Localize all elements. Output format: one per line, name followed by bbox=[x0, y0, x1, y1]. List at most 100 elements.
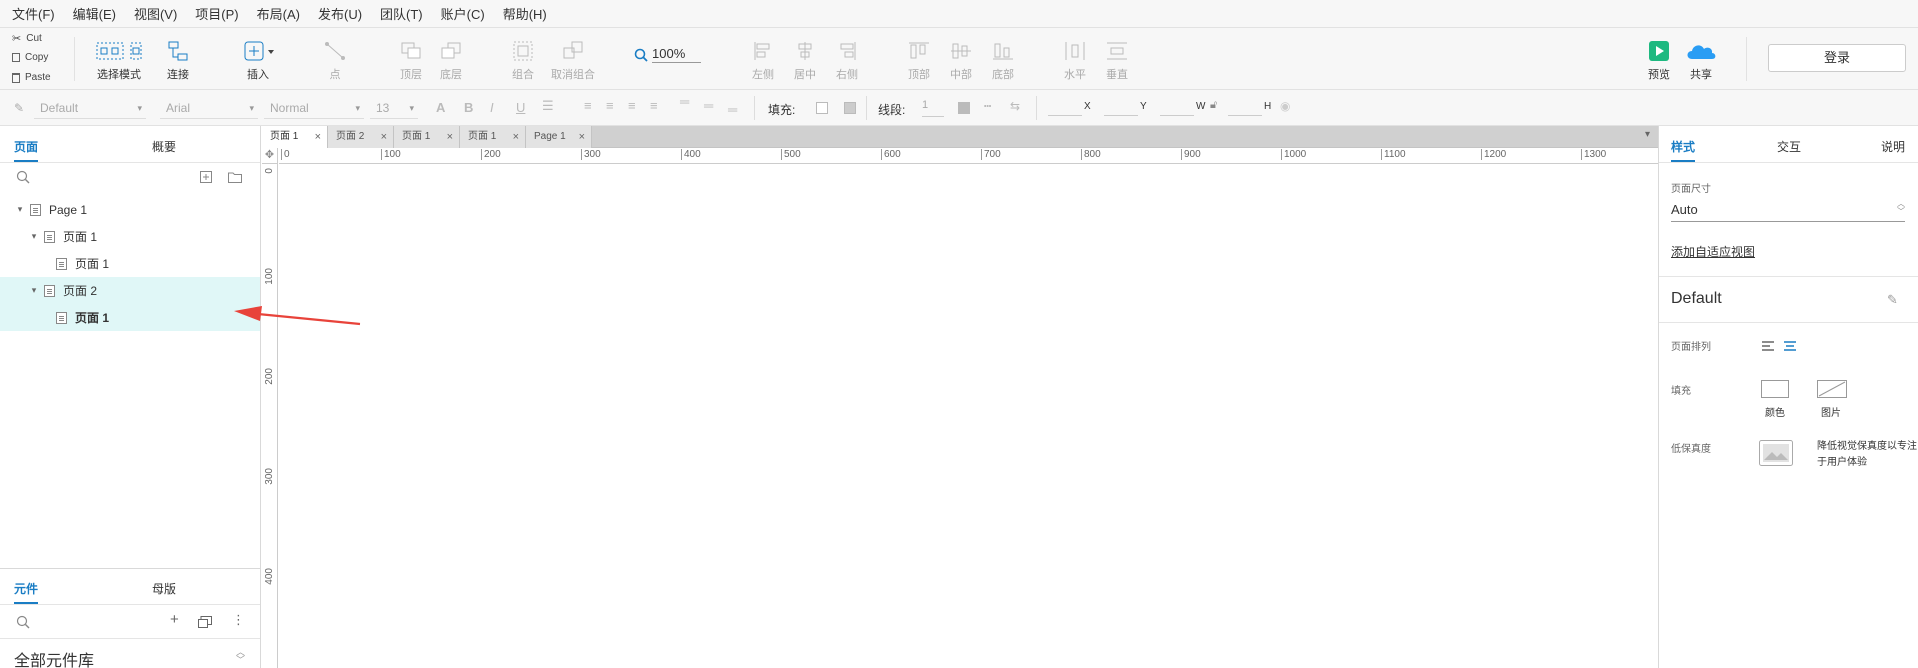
expand-caret-icon[interactable]: ▾ bbox=[14, 204, 26, 215]
library-chevron-icon[interactable]: ︿ ﹀ bbox=[236, 648, 245, 665]
tab-widgets[interactable]: 元件 bbox=[14, 580, 39, 604]
fill-image-icon[interactable] bbox=[1817, 380, 1847, 400]
valign-middle-icon[interactable]: ═ bbox=[704, 98, 713, 113]
copy-button[interactable]: Copy bbox=[12, 52, 48, 63]
share-button[interactable]: 共享 bbox=[1684, 40, 1718, 82]
tab-notes[interactable]: 说明 bbox=[1881, 138, 1905, 155]
expand-caret-icon[interactable]: ▾ bbox=[28, 285, 40, 296]
cut-button[interactable]: ✂ Cut bbox=[12, 32, 42, 45]
menu-view[interactable]: 视图(V) bbox=[134, 4, 177, 23]
line-width-input[interactable]: 1 bbox=[922, 99, 944, 117]
line-color-swatch[interactable] bbox=[958, 102, 970, 114]
bring-top-button[interactable]: 顶层 bbox=[394, 40, 428, 82]
arrow-style-icon[interactable]: ⇆ bbox=[1010, 99, 1020, 113]
page-tree-item[interactable]: ▾ 页面 2 bbox=[0, 277, 260, 304]
style-select[interactable]: Default bbox=[34, 97, 146, 119]
bold-icon[interactable]: A bbox=[436, 100, 445, 115]
tabs-overflow-chevron-icon[interactable]: ▾ bbox=[1645, 129, 1650, 140]
paste-button[interactable]: Paste bbox=[12, 72, 51, 83]
close-tab-icon[interactable]: × bbox=[381, 126, 387, 148]
doc-tab[interactable]: 页面 2 × bbox=[328, 126, 394, 148]
menu-publish[interactable]: 发布(U) bbox=[318, 4, 362, 23]
page-tree-item[interactable]: ▾ Page 1 bbox=[0, 196, 260, 223]
font-size-select[interactable]: 13 bbox=[370, 97, 418, 119]
page-tree-item[interactable]: ▾ 页面 1 bbox=[0, 223, 260, 250]
shadow-swatch[interactable] bbox=[844, 102, 856, 114]
menu-edit[interactable]: 编辑(E) bbox=[73, 4, 116, 23]
ungroup-button[interactable]: 取消组合 bbox=[548, 40, 598, 82]
low-fidelity-image-icon[interactable] bbox=[1759, 440, 1793, 466]
distribute-vertical-button[interactable]: 垂直 bbox=[1100, 40, 1134, 82]
tab-outline[interactable]: 概要 bbox=[152, 138, 176, 155]
align-top-button[interactable]: 顶部 bbox=[902, 40, 936, 82]
close-tab-icon[interactable]: × bbox=[513, 126, 519, 148]
connect-button[interactable]: 连接 bbox=[158, 40, 198, 82]
menu-team[interactable]: 团队(T) bbox=[380, 4, 423, 23]
page-tree-item[interactable]: 页面 1 bbox=[0, 304, 260, 331]
page-tree-item[interactable]: 页面 1 bbox=[0, 250, 260, 277]
doc-tab[interactable]: 页面 1 × bbox=[394, 126, 460, 148]
underline-icon[interactable]: U bbox=[516, 100, 525, 115]
widget-search-icon[interactable] bbox=[16, 615, 30, 629]
menu-project[interactable]: 项目(P) bbox=[195, 4, 238, 23]
fill-color-button[interactable] bbox=[1761, 380, 1789, 398]
valign-bottom-icon[interactable]: ═ bbox=[728, 102, 737, 117]
doc-tab[interactable]: Page 1 × bbox=[526, 126, 592, 148]
menu-file[interactable]: 文件(F) bbox=[12, 4, 55, 23]
add-adaptive-view-link[interactable]: 添加自适应视图 bbox=[1671, 243, 1755, 260]
close-tab-icon[interactable]: × bbox=[447, 126, 453, 148]
text-align-center-icon[interactable]: ≡ bbox=[606, 98, 614, 113]
ruler-origin-icon[interactable]: ✥ bbox=[262, 148, 278, 164]
tab-masters[interactable]: 母版 bbox=[152, 580, 176, 597]
lock-ratio-icon[interactable]: 🔓︎ bbox=[1210, 99, 1217, 112]
align-bottom-button[interactable]: 底部 bbox=[986, 40, 1020, 82]
group-button[interactable]: 组合 bbox=[506, 40, 540, 82]
menu-account[interactable]: 账户(C) bbox=[441, 4, 485, 23]
distribute-horizontal-button[interactable]: 水平 bbox=[1058, 40, 1092, 82]
zoom-value[interactable]: 100% bbox=[652, 46, 702, 63]
h-input[interactable] bbox=[1228, 98, 1262, 116]
select-mode-button[interactable]: 选择模式 bbox=[84, 40, 154, 82]
login-button[interactable]: 登录 bbox=[1768, 44, 1906, 72]
doc-tab[interactable]: 页面 1 × bbox=[460, 126, 526, 148]
add-page-icon[interactable] bbox=[200, 171, 212, 183]
send-bottom-button[interactable]: 底层 bbox=[434, 40, 468, 82]
line-pattern-icon[interactable]: ┅ bbox=[984, 99, 991, 113]
search-icon[interactable] bbox=[16, 170, 30, 184]
tab-pages[interactable]: 页面 bbox=[14, 138, 39, 162]
tab-interactions[interactable]: 交互 bbox=[1777, 138, 1801, 155]
close-tab-icon[interactable]: × bbox=[579, 126, 585, 148]
text-align-right-icon[interactable]: ≡ bbox=[628, 98, 636, 113]
bullet-list-icon[interactable]: ☰ bbox=[542, 98, 554, 114]
design-canvas[interactable] bbox=[279, 165, 1658, 668]
font-family-select[interactable]: Arial bbox=[160, 97, 258, 119]
add-library-icon[interactable]: + bbox=[170, 611, 179, 628]
y-input[interactable] bbox=[1104, 98, 1138, 116]
menu-help[interactable]: 帮助(H) bbox=[503, 4, 547, 23]
valign-top-icon[interactable]: ═ bbox=[680, 94, 689, 109]
expand-caret-icon[interactable]: ▾ bbox=[28, 231, 40, 242]
page-align-left-icon[interactable] bbox=[1761, 340, 1775, 352]
text-align-left-icon[interactable]: ≡ bbox=[584, 98, 592, 113]
text-justify-icon[interactable]: ≡ bbox=[650, 98, 658, 113]
font-weight-select[interactable]: Normal bbox=[264, 97, 364, 119]
tab-style[interactable]: 样式 bbox=[1671, 138, 1696, 162]
add-folder-icon[interactable] bbox=[228, 171, 242, 183]
page-align-center-icon[interactable] bbox=[1783, 340, 1797, 352]
point-button[interactable]: 点 bbox=[318, 40, 352, 82]
page-size-select[interactable]: Auto ︿ ﹀ bbox=[1671, 200, 1905, 222]
align-left-button[interactable]: 左侧 bbox=[746, 40, 780, 82]
doc-tab[interactable]: 页面 1 × bbox=[262, 126, 328, 148]
style-edit-icon[interactable]: ✎ bbox=[14, 101, 24, 115]
library-stack-icon[interactable] bbox=[198, 616, 212, 628]
align-right-button[interactable]: 右侧 bbox=[830, 40, 864, 82]
insert-button[interactable]: 插入 bbox=[238, 40, 278, 82]
menu-layout[interactable]: 布局(A) bbox=[257, 4, 300, 23]
preview-button[interactable]: 预览 bbox=[1642, 40, 1676, 82]
w-input[interactable] bbox=[1160, 98, 1194, 116]
bold-button-icon[interactable]: B bbox=[464, 100, 473, 115]
library-select[interactable]: 全部元件库 bbox=[14, 647, 94, 668]
close-tab-icon[interactable]: × bbox=[315, 126, 321, 148]
align-center-button[interactable]: 居中 bbox=[788, 40, 822, 82]
fill-color-swatch[interactable] bbox=[816, 102, 828, 114]
